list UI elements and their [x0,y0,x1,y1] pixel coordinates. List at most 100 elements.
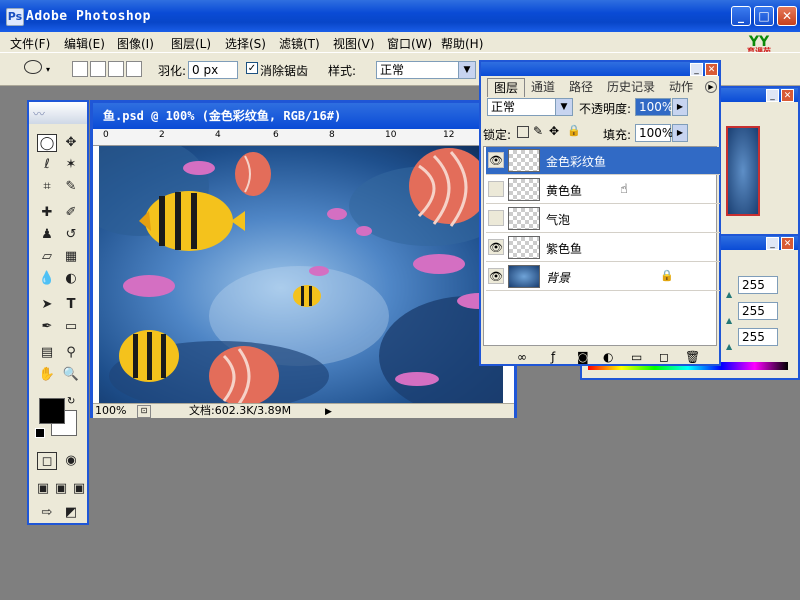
layer-row-gold-fish[interactable]: 👁 金色彩纹鱼 [486,147,720,175]
standard-mode-icon[interactable]: ◻ [37,452,57,470]
jump-to-imageready-icon[interactable]: ⇨ [37,504,57,522]
imageready-icon[interactable]: ◩ [61,504,81,522]
minimize-panel-button[interactable]: _ [766,89,779,102]
crop-tool-icon[interactable]: ⌗ [37,178,57,196]
zoom-tool-icon[interactable]: 🔍 [61,366,81,384]
red-value-input[interactable]: 255 [738,276,778,294]
menu-image[interactable]: 图像(I) [117,35,154,52]
fill-slider-toggle[interactable]: ▶ [672,124,688,142]
hand-tool-icon[interactable]: ✋ [37,366,57,384]
feather-logo-icon[interactable]: 〰 [33,105,83,121]
panel-menu-icon[interactable]: ▶ [705,81,717,93]
opacity-input[interactable]: 100% [635,98,673,116]
layer-row-purple-fish[interactable]: 👁 紫色鱼 [486,234,720,262]
status-menu-icon[interactable]: ⊡ [137,405,151,418]
marquee-tool-icon[interactable]: ◯ [37,134,57,152]
clone-stamp-tool-icon[interactable]: ♟ [37,226,57,244]
close-panel-button[interactable]: ✕ [781,237,794,250]
subtract-selection-icon[interactable] [108,61,124,77]
layer-mask-icon[interactable]: ◙ [577,350,589,364]
menu-help[interactable]: 帮助(H) [441,35,483,52]
notes-tool-icon[interactable]: ▤ [37,344,57,362]
menu-filter[interactable]: 滤镜(T) [279,35,320,52]
image-canvas[interactable] [99,146,503,404]
screen-mode-full-icon[interactable]: ▣ [69,480,89,498]
eye-icon[interactable]: 👁 [488,239,504,255]
menu-select[interactable]: 选择(S) [225,35,266,52]
lock-transparency-icon[interactable] [517,126,529,138]
layer-row-yellow-fish[interactable]: 黄色鱼 ☝ [486,176,720,204]
new-layer-icon[interactable]: ◻ [659,350,669,364]
zoom-level[interactable]: 100% [95,404,126,418]
quick-mask-mode-icon[interactable]: ◉ [61,452,81,470]
move-tool-icon[interactable]: ✥ [61,134,81,152]
trash-icon[interactable]: 🗑 [685,350,700,364]
tab-channels[interactable]: 通道 [525,78,561,96]
tab-history[interactable]: 历史记录 [601,78,661,96]
brush-tool-icon[interactable]: ✐ [61,204,81,222]
navigator-thumbnail[interactable] [726,126,760,216]
minimize-button[interactable]: _ [731,6,751,26]
link-layers-icon[interactable]: ∞ [517,350,527,364]
menu-edit[interactable]: 编辑(E) [64,35,105,52]
maximize-button[interactable]: □ [754,6,774,26]
lock-paint-icon[interactable]: ✎ [533,124,543,138]
layer-row-bubbles[interactable]: 气泡 [486,205,720,233]
slice-tool-icon[interactable]: ✎ [61,178,81,196]
feather-input[interactable]: 0 px [188,61,238,79]
default-colors-icon[interactable] [35,428,45,438]
foreground-color-swatch-top[interactable] [39,398,65,424]
minimize-panel-button[interactable]: _ [766,237,779,250]
swap-colors-icon[interactable]: ↻ [67,396,75,407]
blend-mode-select[interactable]: 正常 ▼ [487,98,573,116]
style-select[interactable]: 正常 ▼ [376,61,476,79]
blue-value-input[interactable]: 255 [738,328,778,346]
lock-all-icon[interactable]: 🔒 [567,124,581,137]
status-arrow-icon[interactable]: ▶ [325,405,332,419]
minimize-panel-button[interactable]: _ [690,63,703,76]
opacity-slider-toggle[interactable]: ▶ [672,98,688,116]
fill-input[interactable]: 100% [635,124,673,142]
new-group-icon[interactable]: ▭ [631,350,642,364]
intersect-selection-icon[interactable] [126,61,142,77]
eye-toggle-empty[interactable] [488,181,504,197]
tab-layers[interactable]: 图层 [487,78,525,97]
blur-tool-icon[interactable]: 💧 [37,270,57,288]
eyedropper-tool-icon[interactable]: ⚲ [61,344,81,362]
green-value-input[interactable]: 255 [738,302,778,320]
history-brush-tool-icon[interactable]: ↺ [61,226,81,244]
close-panel-button[interactable]: ✕ [781,89,794,102]
red-slider-icon[interactable]: ▲ [726,290,732,299]
menu-file[interactable]: 文件(F) [10,35,50,52]
photoshop-app-icon[interactable]: Ps [6,8,24,26]
new-selection-icon[interactable] [72,61,88,77]
chevron-down-icon[interactable]: ▾ [46,65,50,74]
green-slider-icon[interactable]: ▲ [726,316,732,325]
pen-tool-icon[interactable]: ✒ [37,318,57,336]
elliptical-marquee-preset-icon[interactable] [24,60,42,74]
tab-paths[interactable]: 路径 [563,78,599,96]
screen-mode-standard-icon[interactable]: ▣ [33,480,53,498]
magic-wand-tool-icon[interactable]: ✶ [61,156,81,174]
rectangle-tool-icon[interactable]: ▭ [61,318,81,336]
dodge-tool-icon[interactable]: ◐ [61,270,81,288]
menu-window[interactable]: 窗口(W) [387,35,432,52]
antialias-checkbox[interactable]: ✓ [246,62,258,74]
healing-brush-tool-icon[interactable]: ✚ [37,204,57,222]
adjustment-layer-icon[interactable]: ◐ [603,350,613,364]
tab-actions[interactable]: 动作 [663,78,699,96]
eye-icon[interactable]: 👁 [488,152,504,168]
menu-view[interactable]: 视图(V) [333,35,375,52]
type-tool-icon[interactable]: T [61,296,81,314]
horizontal-ruler[interactable]: 0 2 4 6 8 10 12 [93,129,514,146]
lock-position-icon[interactable]: ✥ [549,124,559,138]
eraser-tool-icon[interactable]: ▱ [37,248,57,266]
path-selection-tool-icon[interactable]: ➤ [37,296,57,314]
layer-style-icon[interactable]: ƒ [551,350,555,364]
eye-toggle-empty[interactable] [488,210,504,226]
close-panel-button[interactable]: ✕ [705,63,718,76]
chevron-down-icon[interactable]: ▼ [458,62,475,78]
menu-layer[interactable]: 图层(L) [171,35,211,52]
layer-row-background[interactable]: 👁 背景 🔒 [486,263,720,291]
gradient-tool-icon[interactable]: ▦ [61,248,81,266]
